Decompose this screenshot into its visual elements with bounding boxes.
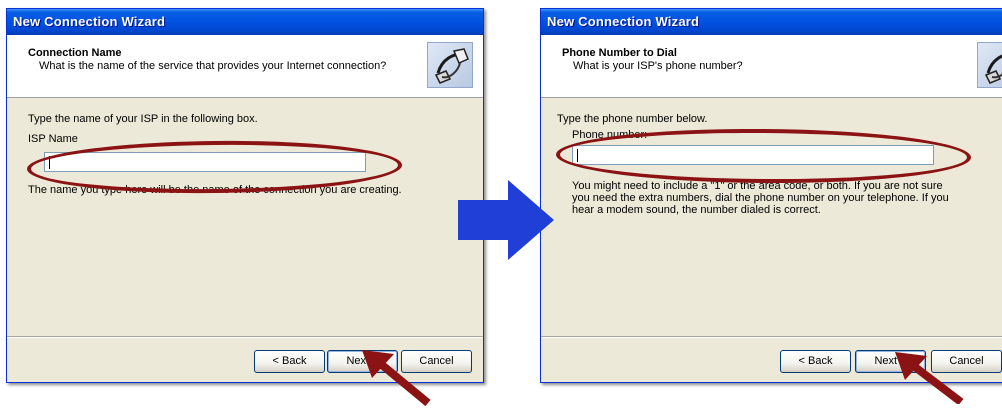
isp-name-input[interactable] — [44, 152, 366, 172]
wizard-window-connection-name: New Connection Wizard Connection Name Wh… — [6, 8, 484, 383]
phone-connector-icon — [427, 42, 473, 88]
instruction-text: Type the phone number below. — [557, 113, 708, 125]
cancel-button[interactable]: Cancel — [401, 350, 472, 373]
text-caret — [577, 149, 578, 162]
button-separator — [7, 336, 483, 338]
next-button[interactable]: Next > — [327, 350, 398, 373]
button-separator — [541, 336, 1002, 338]
isp-name-label: ISP Name — [28, 133, 78, 145]
hint-text: The name you type here will be the name … — [28, 184, 402, 196]
header-subtitle: What is your ISP's phone number? — [573, 60, 743, 72]
cancel-button[interactable]: Cancel — [931, 350, 1002, 373]
hint-paragraph: You might need to include a "1" or the a… — [572, 180, 949, 216]
wizard-window-phone-number: New Connection Wizard Phone Number to Di… — [540, 8, 1002, 383]
wizard-header: Connection Name What is the name of the … — [7, 35, 483, 98]
hint-line: you need the extra numbers, dial the pho… — [572, 192, 949, 204]
instruction-text: Type the name of your ISP in the followi… — [28, 113, 258, 125]
header-title: Phone Number to Dial — [562, 47, 677, 59]
back-button[interactable]: < Back — [780, 350, 851, 373]
header-title: Connection Name — [28, 47, 122, 59]
back-button[interactable]: < Back — [254, 350, 325, 373]
title-bar[interactable]: New Connection Wizard — [541, 9, 1002, 35]
text-caret — [49, 156, 50, 169]
header-subtitle: What is the name of the service that pro… — [39, 60, 387, 72]
phone-connector-icon — [977, 42, 1002, 88]
wizard-body: Type the name of your ISP in the followi… — [7, 98, 483, 382]
wizard-header: Phone Number to Dial What is your ISP's … — [541, 35, 1002, 98]
hint-line: hear a modem sound, the number dialed is… — [572, 204, 821, 216]
next-button[interactable]: Next > — [855, 350, 926, 373]
title-bar[interactable]: New Connection Wizard — [7, 9, 483, 35]
hint-line: You might need to include a "1" or the a… — [572, 180, 943, 192]
wizard-body: Type the phone number below. Phone numbe… — [541, 98, 1002, 382]
phone-number-input[interactable] — [572, 145, 934, 165]
phone-number-label: Phone number: — [572, 129, 648, 141]
